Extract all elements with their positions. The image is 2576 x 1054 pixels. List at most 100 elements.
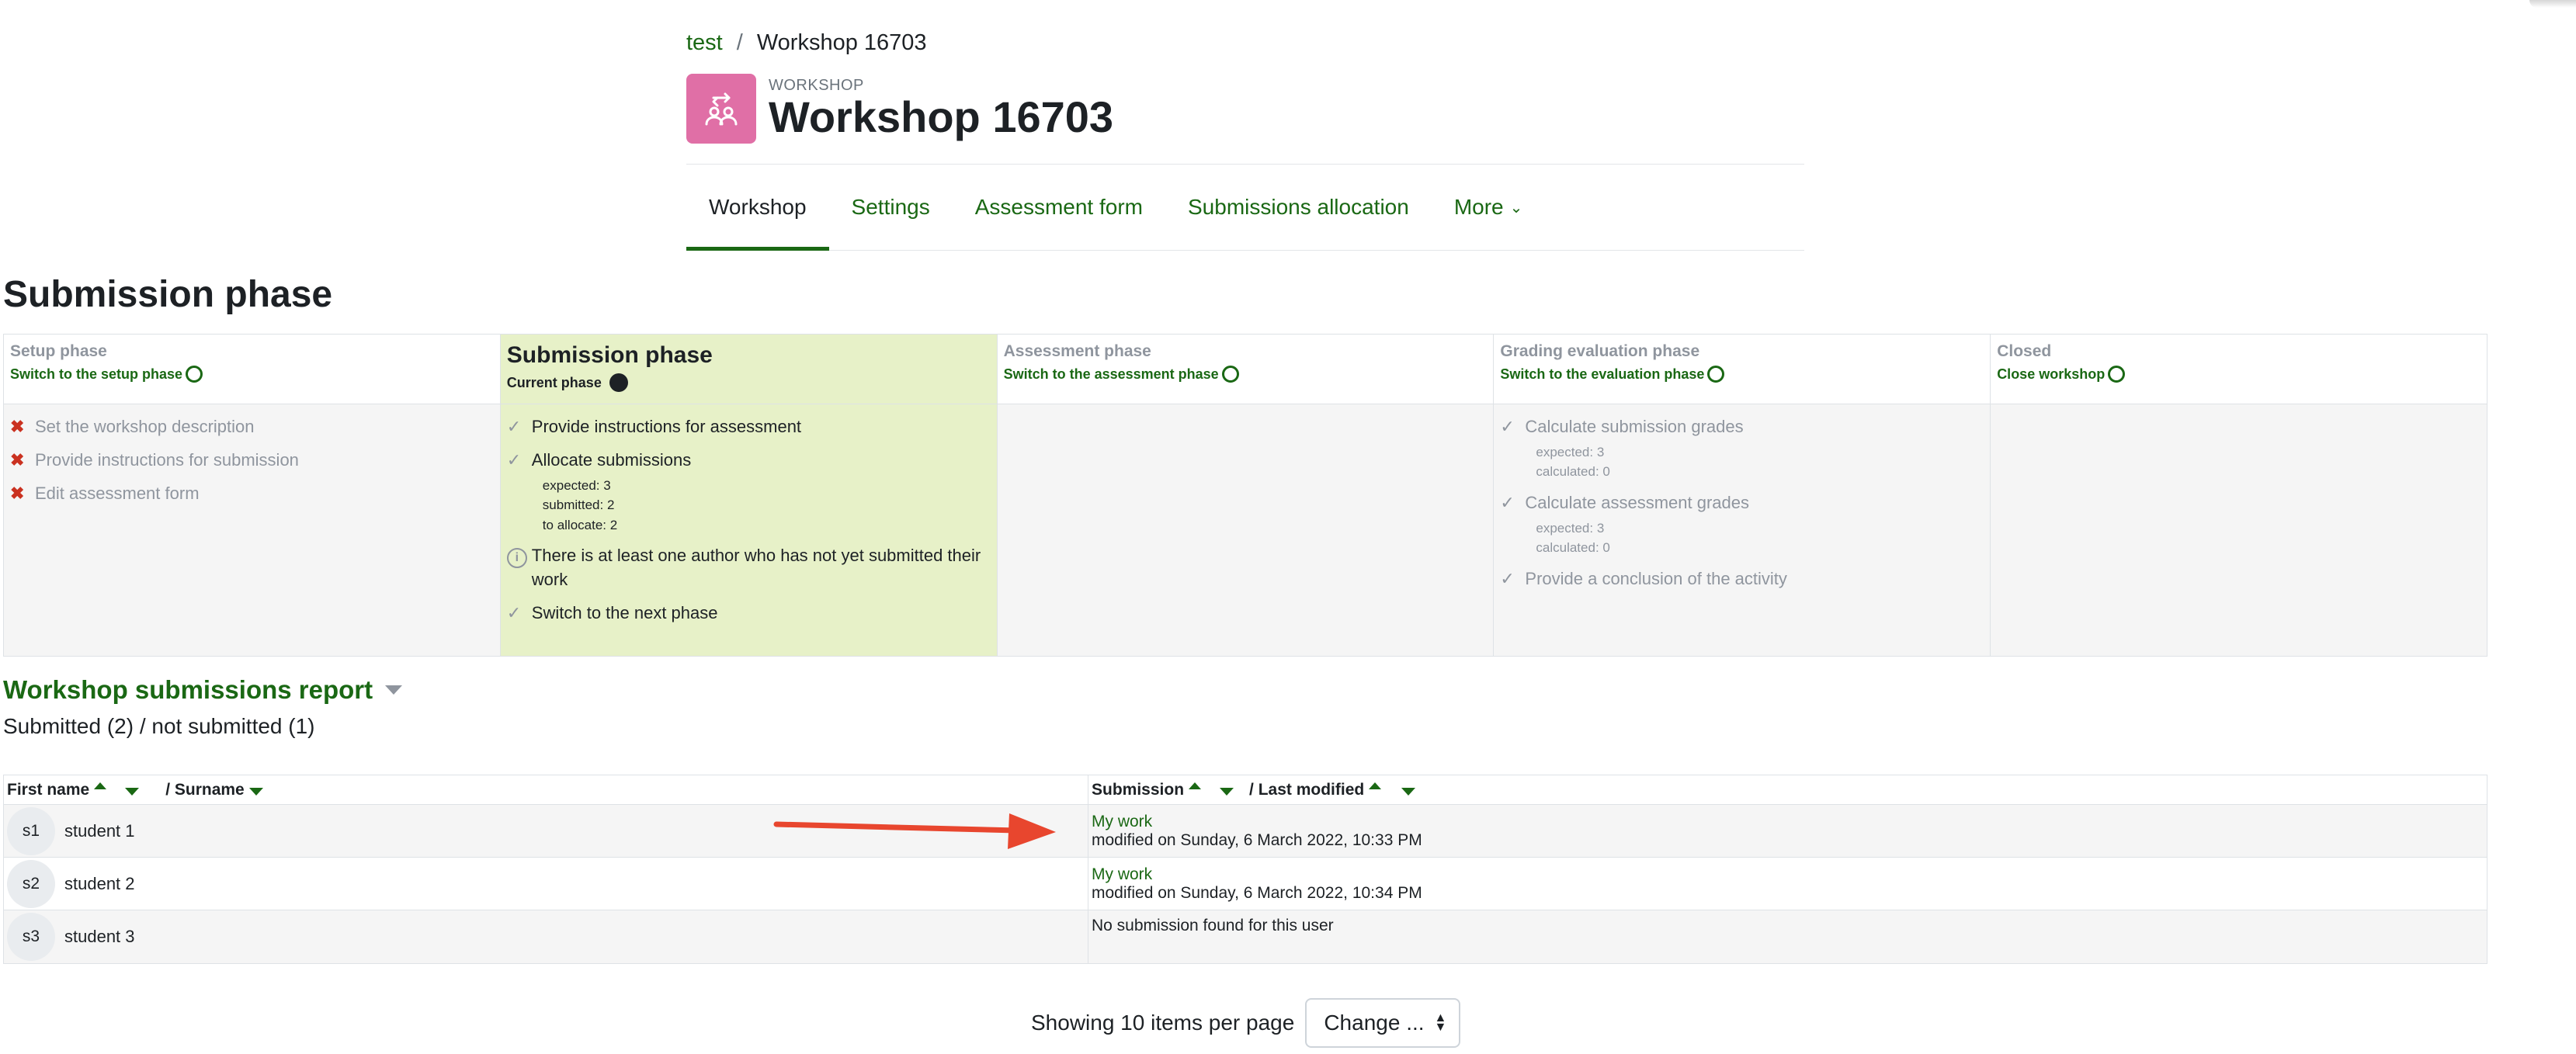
sort-surname-link[interactable]: / Surname [165,781,245,799]
sort-first-name-link[interactable]: First name [7,781,89,799]
task-label: Provide a conclusion of the activity [1525,568,1787,588]
circle-icon [186,366,203,383]
task-label: Set the workshop description [35,417,255,436]
avatar[interactable]: s1 [7,806,55,855]
phase-tasks: ✖ Set the workshop description ✖ Provide i… [4,404,500,656]
switch-phase-link[interactable]: Switch to the evaluation phase [1500,366,1984,383]
phase-name: Submission phase [506,342,713,368]
breadcrumb: test / Workshop 16703 [686,23,1804,62]
per-page-label: Showing 10 items per page [1031,1011,1295,1035]
close-workshop-link[interactable]: Close workshop [1997,366,2481,383]
phase-header: Grading evaluation phase Switch to the e… [1494,335,1991,404]
window-corner-shadow [2529,0,2576,8]
task-label: Switch to the next phase [531,602,718,622]
task-label: Calculate assessment grades [1525,492,1749,512]
sort-desc-icon[interactable] [1220,787,1234,796]
page-title: Workshop 16703 [769,92,1114,142]
submission-column-header: Submission / Last modified [1088,775,2487,804]
check-icon: ✓ [1500,417,1515,436]
phase-closed: Closed Close workshop [1991,335,2487,656]
task-item: ✓ Calculate submission grades [1500,415,1984,439]
detail-calculated: calculated: 0 [1536,464,1610,480]
avatar[interactable]: s3 [7,913,55,961]
task-label: Calculate submission grades [1525,417,1744,436]
phase-name: Assessment phase [1003,342,1151,360]
check-icon: ✓ [506,417,522,436]
tab-assessment-form[interactable]: Assessment form [953,165,1165,250]
task-details: expected: 3 calculated: 0 [1536,442,1984,482]
task-item: ✓ Allocate submissions [507,449,991,473]
participant-cell: s2 student 2 [4,858,1088,910]
sort-submission-link[interactable]: Submission [1092,781,1184,799]
workshop-icon [686,74,756,144]
switch-phase-label: Switch to the evaluation phase [1500,366,1705,382]
submission-link[interactable]: My work [1092,865,1152,884]
name-column-header: First name / Surname [4,775,1088,804]
chevron-down-icon: ⌄ [1509,199,1523,217]
page-header: test / Workshop 16703 WORKSHOP Workshop … [686,23,1804,144]
tab-settings[interactable]: Settings [829,165,953,250]
tab-label: More [1453,195,1504,219]
table-row: s3 student 3 No submission found for thi… [4,910,2487,963]
phase-setup: Setup phase Switch to the setup phase ✖ S… [4,335,501,656]
submission-modified: modified on Sunday, 6 March 2022, 10:33 … [1092,830,1422,849]
switch-phase-label: Switch to the assessment phase [1003,366,1219,382]
table-header: First name / Surname Submission / Last m… [4,775,2487,805]
detail-expected: expected: 3 [1536,520,1605,536]
report-title: Workshop submissions report [3,675,373,704]
task-item: ✖ Edit assessment form [10,482,494,506]
detail-to-allocate: to allocate: 2 [542,517,618,532]
phase-name: Grading evaluation phase [1500,342,1700,360]
detail-submitted: submitted: 2 [542,498,615,513]
caret-down-icon [385,685,403,695]
avatar[interactable]: s2 [7,859,55,908]
current-phase-label: Current phase [506,374,602,390]
phase-heading: Submission phase [3,274,333,315]
tab-label: Submissions allocation [1188,195,1409,219]
tab-label: Assessment form [974,195,1143,219]
task-details: expected: 3 submitted: 2 to allocate: 2 [543,476,991,536]
title-row: WORKSHOP Workshop 16703 [686,73,1804,144]
x-icon: ✖ [10,483,25,503]
switch-phase-link[interactable]: Switch to the assessment phase [1004,366,1488,383]
no-submission-message: No submission found for this user [1092,917,1334,934]
per-page-control: Showing 10 items per page Change ... ▲ ▼ [1031,998,1461,1048]
task-label: Provide instructions for assessment [531,417,802,436]
breadcrumb-current: Workshop 16703 [756,29,927,55]
user-plan-table: Setup phase Switch to the setup phase ✖ S… [3,334,2487,657]
sort-desc-icon[interactable] [1401,787,1416,796]
phase-name: Setup phase [10,342,107,360]
tab-workshop[interactable]: Workshop [686,165,829,251]
secondary-navigation: Workshop Settings Assessment form Submis… [686,164,1804,251]
student-name: student 2 [64,873,135,893]
submission-link[interactable]: My work [1092,813,1152,831]
switch-phase-link[interactable]: Switch to the setup phase [10,366,494,383]
task-item: ✓ Provide instructions for assessment [507,415,991,439]
info-icon-wrap: i [506,544,532,569]
sort-last-modified-link[interactable]: / Last modified [1249,781,1364,799]
arrow-shaft [773,821,1020,834]
submission-modified: modified on Sunday, 6 March 2022, 10:34 … [1092,883,1422,902]
per-page-select[interactable]: Change ... ▲ ▼ [1305,998,1461,1048]
student-name: student 3 [64,927,135,946]
tab-submissions-allocation[interactable]: Submissions allocation [1165,165,1432,250]
sort-desc-icon[interactable] [248,787,263,796]
report-toggle[interactable]: Workshop submissions report [3,675,403,705]
tab-more[interactable]: More ⌄ [1432,165,1546,250]
tab-label: Workshop [709,195,807,219]
detail-calculated: calculated: 0 [1536,540,1610,556]
circle-icon [1707,366,1725,383]
check-icon: ✓ [506,602,522,622]
sort-desc-icon[interactable] [125,787,140,796]
phase-tasks: ✓ Calculate submission grades expected: 3… [1494,404,1991,656]
phase-grading-evaluation: Grading evaluation phase Switch to the e… [1494,335,1991,656]
updown-chevron-icon: ▲ ▼ [1434,1011,1447,1034]
breadcrumb-course-link[interactable]: test [686,30,723,56]
phase-name: Closed [1997,342,2052,360]
participant-cell: s3 student 3 [4,910,1088,963]
task-item: ✓ Calculate assessment grades [1500,491,1984,515]
task-label: There is at least one author who has not… [531,546,981,589]
filled-circle-icon [609,373,628,392]
task-item: i There is at least one author who has no… [506,544,991,592]
table-row: s2 student 2 My work modified on Sunday,… [4,858,2487,910]
